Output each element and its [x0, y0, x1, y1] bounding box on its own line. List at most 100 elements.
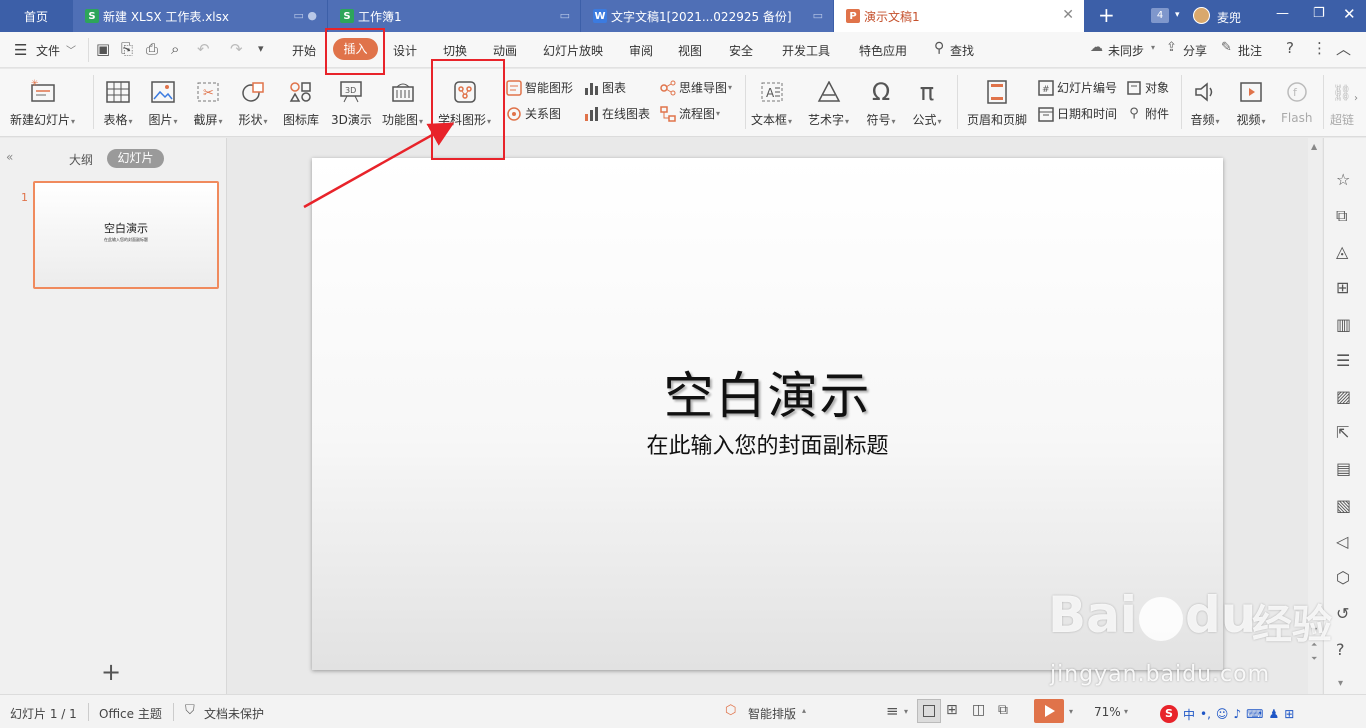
menu-design[interactable]: 设计 [393, 42, 417, 59]
chevron-down-icon[interactable]: ▾ [1069, 707, 1073, 716]
new-slide-button[interactable]: ✳ 新建幻灯片▾ [10, 77, 75, 128]
comment-icon[interactable]: ✎ [1221, 40, 1232, 55]
flash-button[interactable]: f Flash [1281, 77, 1312, 125]
menu-start[interactable]: 开始 [292, 42, 316, 59]
chevron-right-icon[interactable]: › [1354, 93, 1358, 104]
sogou-icon[interactable]: S [1160, 705, 1178, 723]
zoom-level[interactable]: 71% [1094, 705, 1121, 719]
minimize-icon[interactable]: — [1276, 6, 1289, 21]
picture-button[interactable]: 图片▾ [148, 77, 178, 128]
redo-icon[interactable]: ↷ [230, 40, 243, 58]
next-slide-icon[interactable]: ⏷ [1311, 654, 1317, 664]
menu-devtools[interactable]: 开发工具 [782, 42, 830, 59]
settings-sliders-icon[interactable]: ☰ [1336, 351, 1350, 370]
export-icon[interactable]: ⎘ [121, 40, 133, 58]
print-preview-icon[interactable]: ⌕ [171, 40, 179, 58]
chart-icon[interactable]: ▥ [1336, 315, 1351, 334]
video-button[interactable]: 视频▾ [1236, 77, 1266, 128]
speaker-icon[interactable]: ◁ [1336, 532, 1348, 551]
window-count-badge[interactable]: 4 [1151, 8, 1169, 23]
vertical-scrollbar[interactable]: ▲ ▼ ⏶ ⏷ [1308, 138, 1322, 694]
datetime-button[interactable]: 日期和时间 [1038, 105, 1117, 122]
menu-animation[interactable]: 动画 [493, 42, 517, 59]
shield-icon[interactable]: ⬡ [1336, 568, 1350, 587]
archive-icon[interactable]: ▤ [1336, 459, 1351, 478]
header-footer-button[interactable]: 页眉和页脚 [967, 77, 1027, 128]
smart-layout-button[interactable]: 智能排版 [748, 705, 796, 722]
notes-icon[interactable]: ≡ [886, 702, 899, 720]
emoji-icon[interactable]: ☺ [1216, 707, 1229, 721]
collapse-ribbon-icon[interactable]: ︿ [1336, 38, 1351, 59]
presenter-view-icon[interactable]: ⧉ [998, 702, 1008, 718]
user-icon[interactable]: ♟ [1268, 707, 1279, 721]
punctuation-icon[interactable]: •, [1200, 707, 1211, 721]
screenshot-button[interactable]: ✂ 截屏▾ [193, 77, 223, 128]
object-button[interactable]: 对象 [1126, 79, 1169, 96]
close-tab-icon[interactable]: ✕ [1062, 7, 1074, 23]
outline-tab[interactable]: 大纲 [69, 151, 93, 168]
export-icon[interactable]: ⇱ [1336, 423, 1349, 442]
keyboard-icon[interactable]: ⌨ [1246, 707, 1263, 721]
mindmap-button[interactable]: 思维导图 ▾ [660, 79, 732, 96]
grid-icon[interactable]: ⊞ [1284, 707, 1294, 721]
textbox-button[interactable]: A 文本框▾ [751, 77, 792, 128]
scroll-down-icon[interactable]: ▼ [1311, 626, 1317, 635]
help-icon[interactable]: ? [1286, 39, 1294, 57]
wordart-button[interactable]: 艺术字▾ [808, 77, 849, 128]
relation-button[interactable]: 关系图 [506, 105, 561, 122]
image-icon[interactable]: ▨ [1336, 387, 1351, 406]
menu-view[interactable]: 视图 [678, 42, 702, 59]
chevron-down-icon[interactable]: ▾ [1338, 678, 1343, 689]
print-icon[interactable]: ⎙ [146, 40, 158, 58]
smart-shape-button[interactable]: 智能图形 [506, 79, 573, 96]
chevron-up-icon[interactable]: ▴ [802, 706, 806, 715]
tab-document[interactable]: W 文字文稿1[2021...022925 备份] ▭ [581, 0, 833, 32]
add-slide-button[interactable]: + [101, 660, 121, 684]
online-chart-button[interactable]: 在线图表 [583, 105, 650, 122]
mic-icon[interactable]: ♪ [1233, 707, 1241, 721]
prev-slide-icon[interactable]: ⏶ [1311, 640, 1317, 650]
hyperlink-button[interactable]: ⛓ 超链 [1330, 77, 1354, 128]
copy-icon[interactable]: ⧉ [1336, 206, 1347, 226]
attachment-button[interactable]: ⚲ 附件 [1126, 105, 1169, 122]
menu-slideshow[interactable]: 幻灯片放映 [543, 42, 603, 59]
slide-title[interactable]: 空白演示 [312, 356, 1223, 428]
slide-number-button[interactable]: # 幻灯片编号 [1038, 79, 1117, 96]
reading-view-icon[interactable]: ◫ [972, 702, 985, 718]
more-icon[interactable]: ⋮ [1312, 39, 1327, 57]
star-icon[interactable]: ☆ [1336, 170, 1350, 189]
menu-special[interactable]: 特色应用 [859, 42, 907, 59]
sync-status[interactable]: 未同步 [1108, 42, 1144, 59]
normal-view-button[interactable] [917, 699, 941, 723]
undo-icon[interactable]: ↶ [197, 40, 210, 58]
grid-icon[interactable]: ⊞ [1336, 278, 1349, 297]
share-button[interactable]: 分享 [1183, 42, 1207, 59]
protect-status[interactable]: 文档未保护 [204, 705, 264, 722]
help-icon[interactable]: ? [1336, 640, 1345, 659]
menu-review[interactable]: 审阅 [629, 42, 653, 59]
audio-button[interactable]: 音频▾ [1190, 77, 1220, 128]
symbol-button[interactable]: Ω 符号▾ [866, 77, 896, 128]
sorter-view-icon[interactable]: ⊞ [946, 702, 958, 718]
play-slideshow-button[interactable] [1034, 699, 1064, 723]
table-button[interactable]: 表格▾ [103, 77, 133, 128]
formula-button[interactable]: π 公式▾ [912, 77, 942, 128]
chevron-down-icon[interactable]: ▾ [1151, 43, 1155, 52]
slide[interactable]: 空白演示 在此输入您的封面副标题 [312, 158, 1223, 670]
slide-subtitle[interactable]: 在此输入您的封面副标题 [312, 428, 1223, 460]
collapse-panel-icon[interactable]: « [6, 150, 13, 164]
search-icon[interactable]: ⚲ [934, 40, 944, 56]
new-tab-icon[interactable]: + [1098, 5, 1115, 25]
chart-button[interactable]: 图表 [583, 79, 626, 96]
hamburger-icon[interactable]: ☰ [14, 41, 27, 59]
chevron-down-icon[interactable]: ▾ [904, 707, 908, 716]
chevron-down-icon[interactable]: ▾ [1175, 10, 1185, 20]
scroll-up-icon[interactable]: ▲ [1311, 142, 1317, 151]
tab-presentation[interactable]: P 演示文稿1 ✕ [834, 0, 1084, 32]
chevron-down-icon[interactable]: ﹀ [66, 42, 76, 57]
fill-icon[interactable]: ◬ [1336, 242, 1348, 261]
shape-button[interactable]: 形状▾ [238, 77, 268, 128]
avatar[interactable] [1193, 7, 1210, 24]
chevron-down-icon[interactable]: ▾ [1124, 707, 1128, 716]
flowchart-button[interactable]: 流程图 ▾ [660, 105, 720, 122]
